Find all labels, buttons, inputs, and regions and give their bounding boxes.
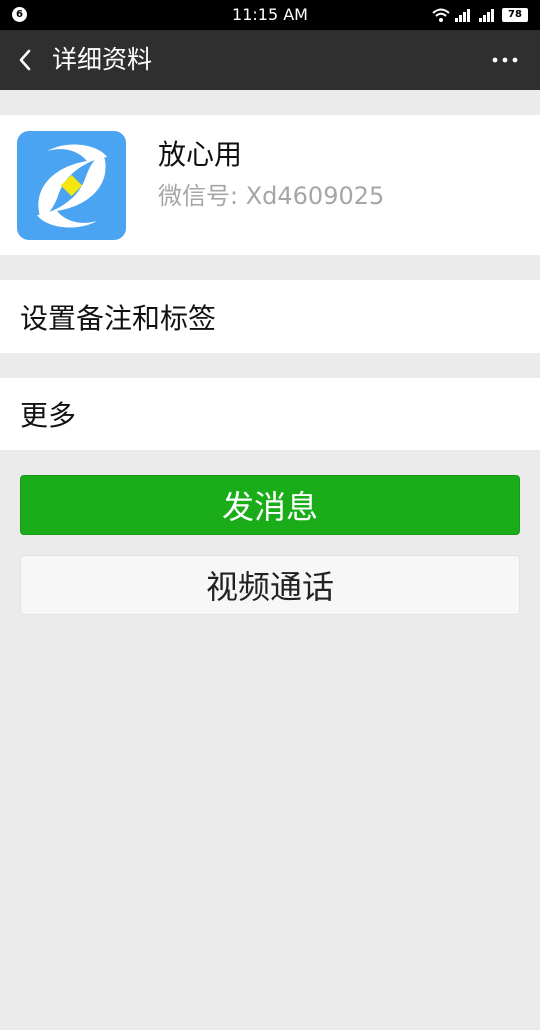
- page-title: 详细资料: [52, 45, 153, 74]
- status-bar: 6 11:15 AM 78: [0, 0, 540, 30]
- more-row[interactable]: 更多: [0, 378, 540, 450]
- profile-card: 放心用 微信号: Xd4609025: [0, 115, 540, 255]
- set-remark-tags-row[interactable]: 设置备注和标签: [0, 280, 540, 353]
- title-bar: 详细资料: [0, 30, 540, 90]
- chevron-left-icon: [19, 49, 31, 71]
- more-label: 更多: [20, 399, 77, 432]
- signal-icon: [479, 9, 494, 22]
- status-icons: 78: [432, 6, 528, 24]
- wechat-id: 微信号: Xd4609025: [158, 182, 385, 210]
- app-logo-icon: [37, 144, 108, 228]
- wifi-icon: [432, 8, 450, 22]
- signal-icon: [455, 9, 470, 22]
- send-message-button[interactable]: 发消息: [20, 475, 520, 535]
- video-call-button[interactable]: 视频通话: [20, 555, 520, 615]
- profile-name: 放心用: [158, 138, 243, 171]
- more-dots-icon: [492, 57, 518, 63]
- avatar[interactable]: [17, 131, 126, 240]
- back-button[interactable]: [12, 45, 42, 75]
- battery-level: 78: [502, 8, 528, 22]
- more-options-button[interactable]: [490, 50, 520, 70]
- set-remark-tags-label: 设置备注和标签: [20, 301, 217, 335]
